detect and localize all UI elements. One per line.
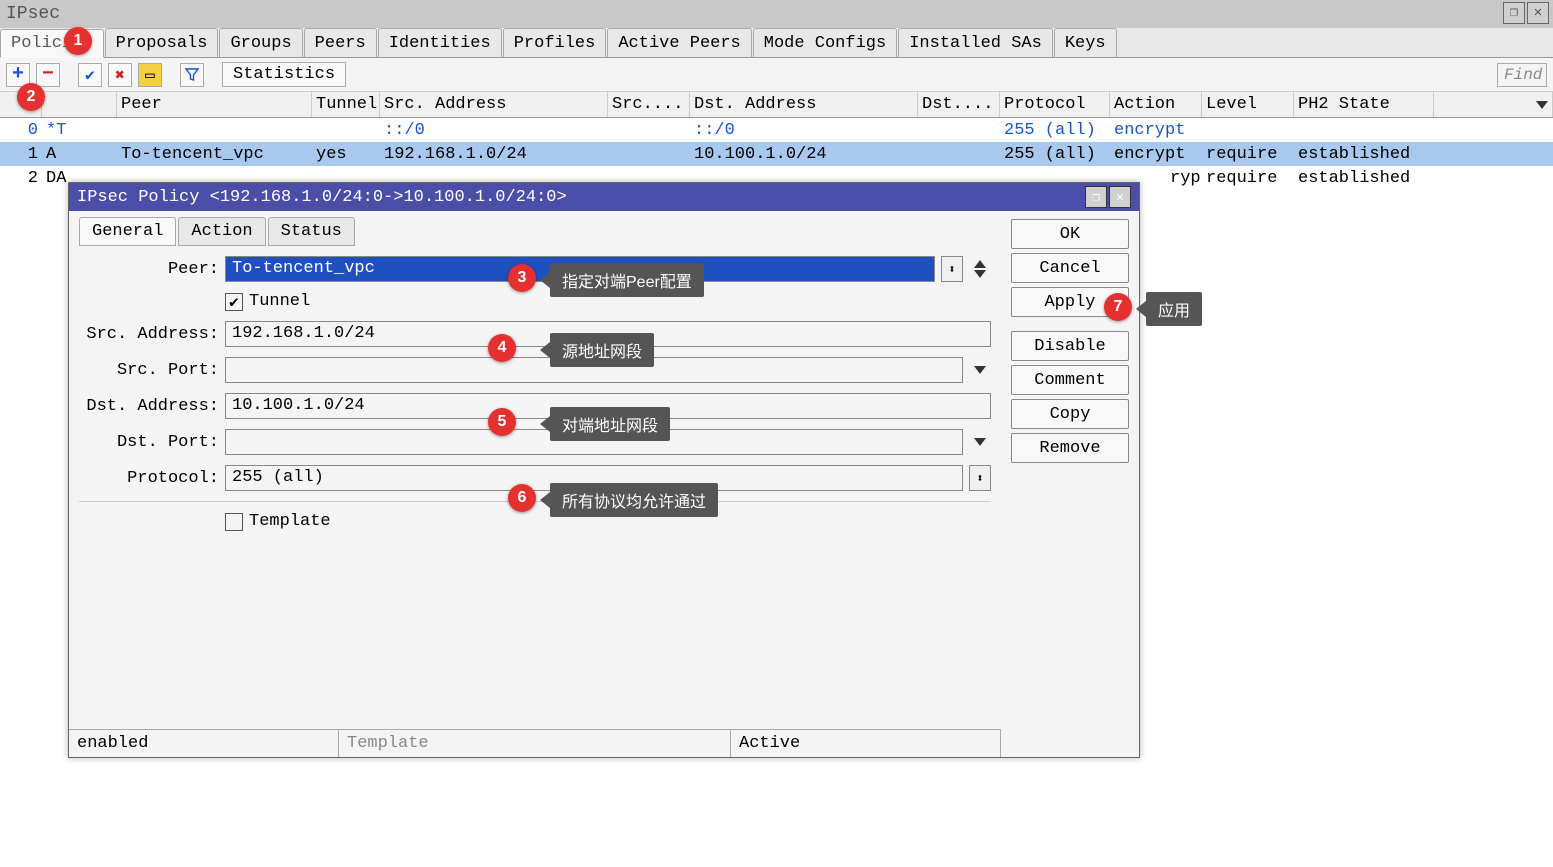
tab-profiles[interactable]: Profiles [503,28,607,57]
chevron-down-icon [1536,101,1548,109]
annotation-badge-1: 1 [64,27,92,55]
tab-proposals[interactable]: Proposals [105,28,219,57]
remove-button[interactable]: − [36,63,60,87]
tunnel-checkbox[interactable]: ✔ [225,293,243,311]
cancel-button[interactable]: Cancel [1011,253,1129,283]
src-port-dropdown[interactable] [969,357,991,383]
dst-address-label: Dst. Address: [79,397,219,416]
src-address-label: Src. Address: [79,325,219,344]
copy-button[interactable]: Copy [1011,399,1129,429]
tab-installed-sas[interactable]: Installed SAs [898,28,1053,57]
comment-button[interactable]: ▭ [138,63,162,87]
tab-active-peers[interactable]: Active Peers [607,28,751,57]
status-enabled: enabled [69,730,339,757]
window-title: IPsec ❐ ✕ [0,0,1553,28]
col-dstport[interactable]: Dst.... [918,92,1000,117]
disable-button[interactable]: Disable [1011,331,1129,361]
filter-button[interactable] [180,63,204,87]
annotation-callout-7: 应用 [1146,292,1202,326]
template-checkbox[interactable] [225,513,243,531]
col-level[interactable]: Level [1202,92,1294,117]
template-label: Template [249,512,331,531]
dialog-tab-status[interactable]: Status [268,217,355,246]
annotation-badge-5: 5 [488,408,516,436]
col-menu[interactable] [1434,92,1553,117]
protocol-label: Protocol: [79,469,219,488]
toolbar: + − ✔ ✖ ▭ Statistics Find [0,58,1553,92]
window-close-button[interactable]: ✕ [1527,2,1549,24]
disable-button[interactable]: ✖ [108,63,132,87]
main-tabs: Policies Proposals Groups Peers Identiti… [0,28,1553,58]
remove-button-dlg[interactable]: Remove [1011,433,1129,463]
dialog-tab-general[interactable]: General [79,217,176,246]
dialog-title-text: IPsec Policy <192.168.1.0/24:0->10.100.1… [77,188,567,207]
col-flag[interactable] [42,92,117,117]
window-title-text: IPsec [6,4,60,24]
col-ph2[interactable]: PH2 State [1294,92,1434,117]
tab-mode-configs[interactable]: Mode Configs [753,28,897,57]
ok-button[interactable]: OK [1011,219,1129,249]
funnel-icon [185,68,199,82]
col-action[interactable]: Action [1110,92,1202,117]
protocol-dropdown[interactable]: ⬍ [969,465,991,491]
annotation-badge-4: 4 [488,334,516,362]
dialog-tab-action[interactable]: Action [178,217,265,246]
tab-groups[interactable]: Groups [219,28,302,57]
table-row[interactable]: 0 *T ::/0 ::/0 255 (all) encrypt [0,118,1553,142]
enable-button[interactable]: ✔ [78,63,102,87]
annotation-badge-2: 2 [17,83,45,111]
peer-dropdown-button[interactable]: ⬍ [941,256,963,282]
annotation-badge-3: 3 [508,264,536,292]
col-tunnel[interactable]: Tunnel [312,92,380,117]
dst-port-label: Dst. Port: [79,433,219,452]
status-active: Active [731,730,1001,757]
annotation-callout-3: 指定对端Peer配置 [550,263,704,297]
chevron-down-icon [974,438,986,446]
comment-button-dlg[interactable]: Comment [1011,365,1129,395]
grid-header: # Peer Tunnel Src. Address Src.... Dst. … [0,92,1553,118]
col-srcport[interactable]: Src.... [608,92,690,117]
peer-spin-button[interactable] [969,256,991,282]
annotation-callout-5: 对端地址网段 [550,407,670,441]
col-dst[interactable]: Dst. Address [690,92,918,117]
tab-identities[interactable]: Identities [378,28,502,57]
dialog-title[interactable]: IPsec Policy <192.168.1.0/24:0->10.100.1… [69,183,1139,211]
tab-peers[interactable]: Peers [304,28,377,57]
table-row[interactable]: 1 A To-tencent_vpc yes 192.168.1.0/24 10… [0,142,1553,166]
chevron-down-icon [974,366,986,374]
peer-label: Peer: [79,260,219,279]
annotation-badge-6: 6 [508,484,536,512]
tunnel-label: Tunnel [249,292,310,311]
col-src[interactable]: Src. Address [380,92,608,117]
statistics-button[interactable]: Statistics [222,62,346,87]
dialog-restore-button[interactable]: ❐ [1085,186,1107,208]
window-restore-button[interactable]: ❐ [1503,2,1525,24]
annotation-callout-6: 所有协议均允许通过 [550,483,718,517]
src-port-label: Src. Port: [79,361,219,380]
col-peer[interactable]: Peer [117,92,312,117]
tab-keys[interactable]: Keys [1054,28,1117,57]
status-template: Template [339,730,731,757]
dialog-tabs: General Action Status [79,217,991,246]
col-proto[interactable]: Protocol [1000,92,1110,117]
find-input[interactable]: Find [1497,63,1547,87]
dst-port-dropdown[interactable] [969,429,991,455]
annotation-badge-7: 7 [1104,293,1132,321]
annotation-callout-4: 源地址网段 [550,333,654,367]
dialog-status-bar: enabled Template Active [69,729,1001,757]
dialog-close-button[interactable]: ✕ [1109,186,1131,208]
